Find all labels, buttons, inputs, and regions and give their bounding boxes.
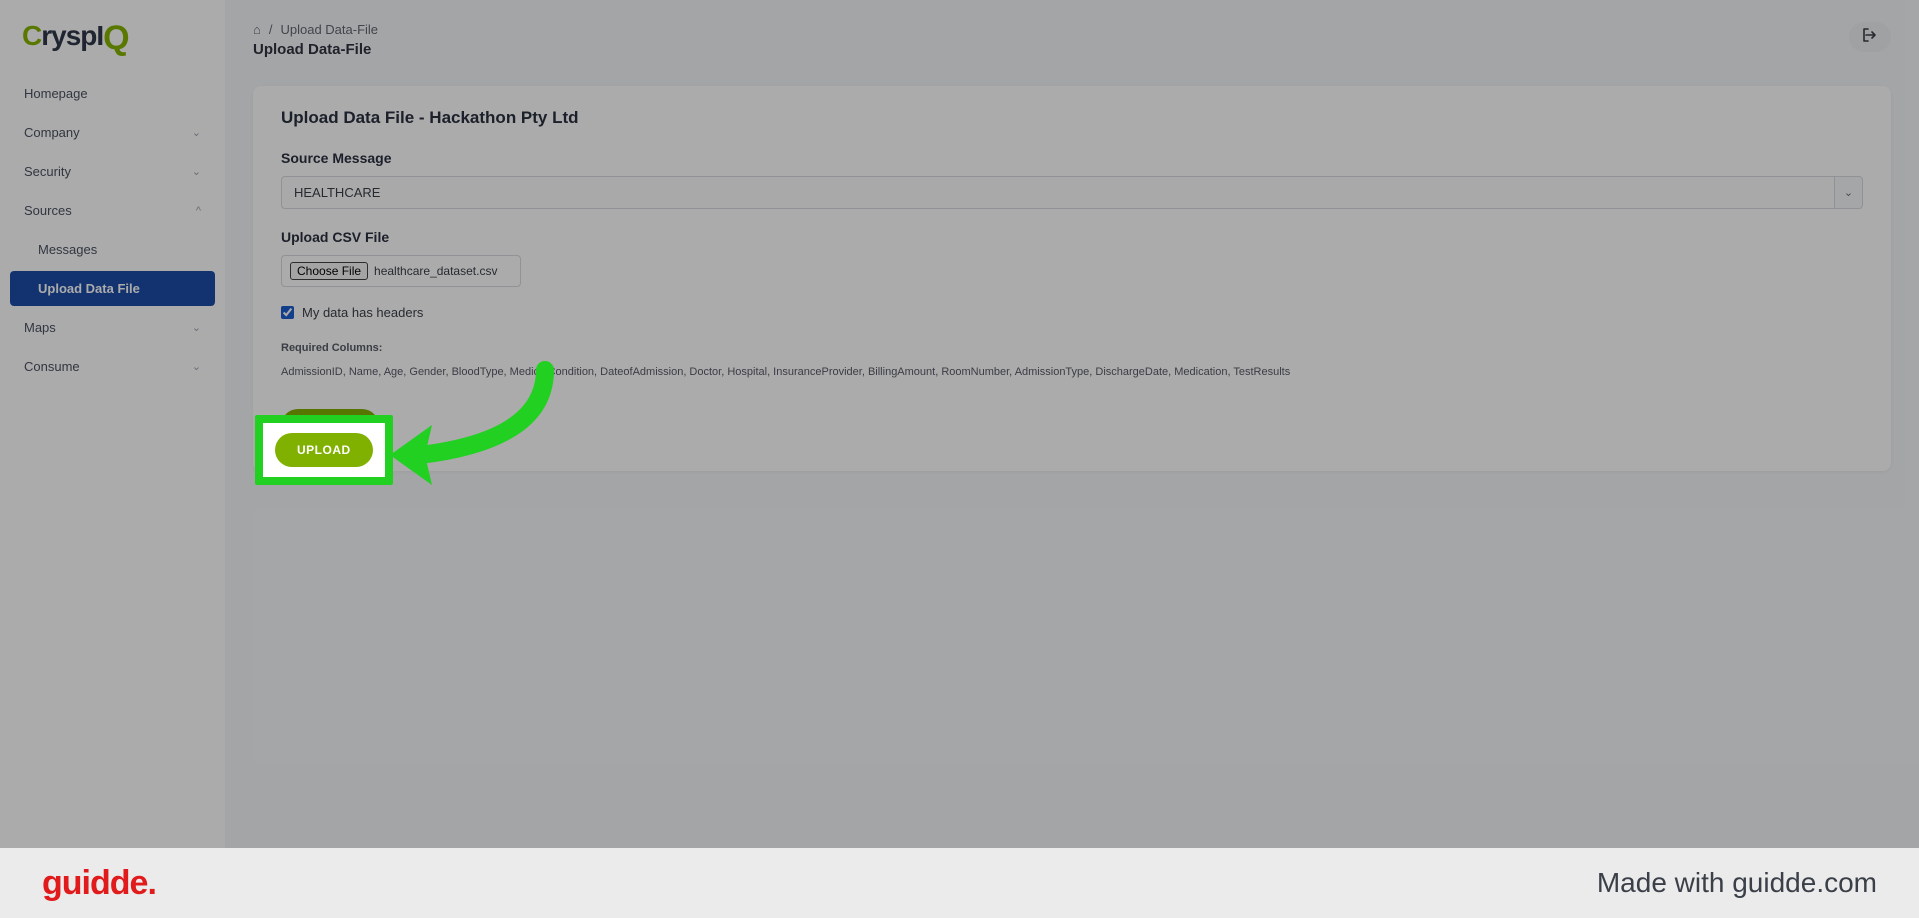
sidebar-item-label: Upload Data File xyxy=(38,281,140,296)
sidebar-item-messages[interactable]: Messages xyxy=(10,232,215,267)
source-message-label: Source Message xyxy=(281,150,1863,166)
choose-file-button[interactable]: Choose File xyxy=(290,262,368,280)
sidebar-item-label: Maps xyxy=(24,320,56,335)
upload-button-highlight[interactable]: UPLOAD xyxy=(275,433,373,467)
chevron-up-icon: ^ xyxy=(196,205,201,217)
sidebar-item-sources[interactable]: Sources ^ xyxy=(10,193,215,228)
chevron-down-icon: ⌄ xyxy=(192,165,201,178)
headers-checkbox[interactable] xyxy=(281,306,294,319)
sidebar-item-label: Messages xyxy=(38,242,97,257)
sidebar-item-label: Homepage xyxy=(24,86,88,101)
select-caret-icon[interactable]: ⌄ xyxy=(1835,176,1863,209)
sidebar-item-label: Consume xyxy=(24,359,80,374)
chevron-down-icon: ⌄ xyxy=(192,321,201,334)
file-input-wrap: Choose File healthcare_dataset.csv xyxy=(281,255,521,287)
content-area: ⌂ / Upload Data-File Upload Data-File Up… xyxy=(225,0,1919,848)
breadcrumb: ⌂ / Upload Data-File xyxy=(253,22,378,37)
highlight-box: UPLOAD xyxy=(255,415,393,485)
footer-bar: guidde. Made with guidde.com xyxy=(0,848,1919,918)
sidebar-item-security[interactable]: Security ⌄ xyxy=(10,154,215,189)
required-columns-label: Required Columns: xyxy=(281,342,1863,354)
breadcrumb-separator: / xyxy=(269,22,273,37)
chevron-down-icon: ⌄ xyxy=(192,126,201,139)
sidebar-item-consume[interactable]: Consume ⌄ xyxy=(10,349,215,384)
sidebar-item-label: Company xyxy=(24,125,80,140)
footer-text: Made with guidde.com xyxy=(1597,867,1877,899)
sidebar-item-upload-data-file[interactable]: Upload Data File xyxy=(10,271,215,306)
card-title: Upload Data File - Hackathon Pty Ltd xyxy=(281,108,1863,128)
sidebar-item-maps[interactable]: Maps ⌄ xyxy=(10,310,215,345)
upload-card: Upload Data File - Hackathon Pty Ltd Sou… xyxy=(253,86,1891,471)
guidde-logo: guidde. xyxy=(42,864,156,903)
sidebar-item-label: Security xyxy=(24,164,71,179)
page-title: Upload Data-File xyxy=(253,41,378,58)
logo: CryspIQ xyxy=(0,20,225,66)
source-message-select[interactable]: HEALTHCARE xyxy=(281,176,1835,209)
home-icon[interactable]: ⌂ xyxy=(253,22,261,37)
breadcrumb-item[interactable]: Upload Data-File xyxy=(280,22,378,37)
file-name-text: healthcare_dataset.csv xyxy=(374,264,497,278)
sidebar-item-company[interactable]: Company ⌄ xyxy=(10,115,215,150)
headers-checkbox-label: My data has headers xyxy=(302,305,423,320)
logout-icon xyxy=(1862,28,1878,46)
chevron-down-icon: ⌄ xyxy=(192,360,201,373)
sidebar-item-label: Sources xyxy=(24,203,72,218)
sidebar: CryspIQ Homepage Company ⌄ Security ⌄ So… xyxy=(0,0,225,848)
sidebar-item-homepage[interactable]: Homepage xyxy=(10,76,215,111)
logout-button[interactable] xyxy=(1849,22,1891,52)
required-columns-text: AdmissionID, Name, Age, Gender, BloodTyp… xyxy=(281,364,1863,381)
upload-csv-label: Upload CSV File xyxy=(281,229,1863,245)
